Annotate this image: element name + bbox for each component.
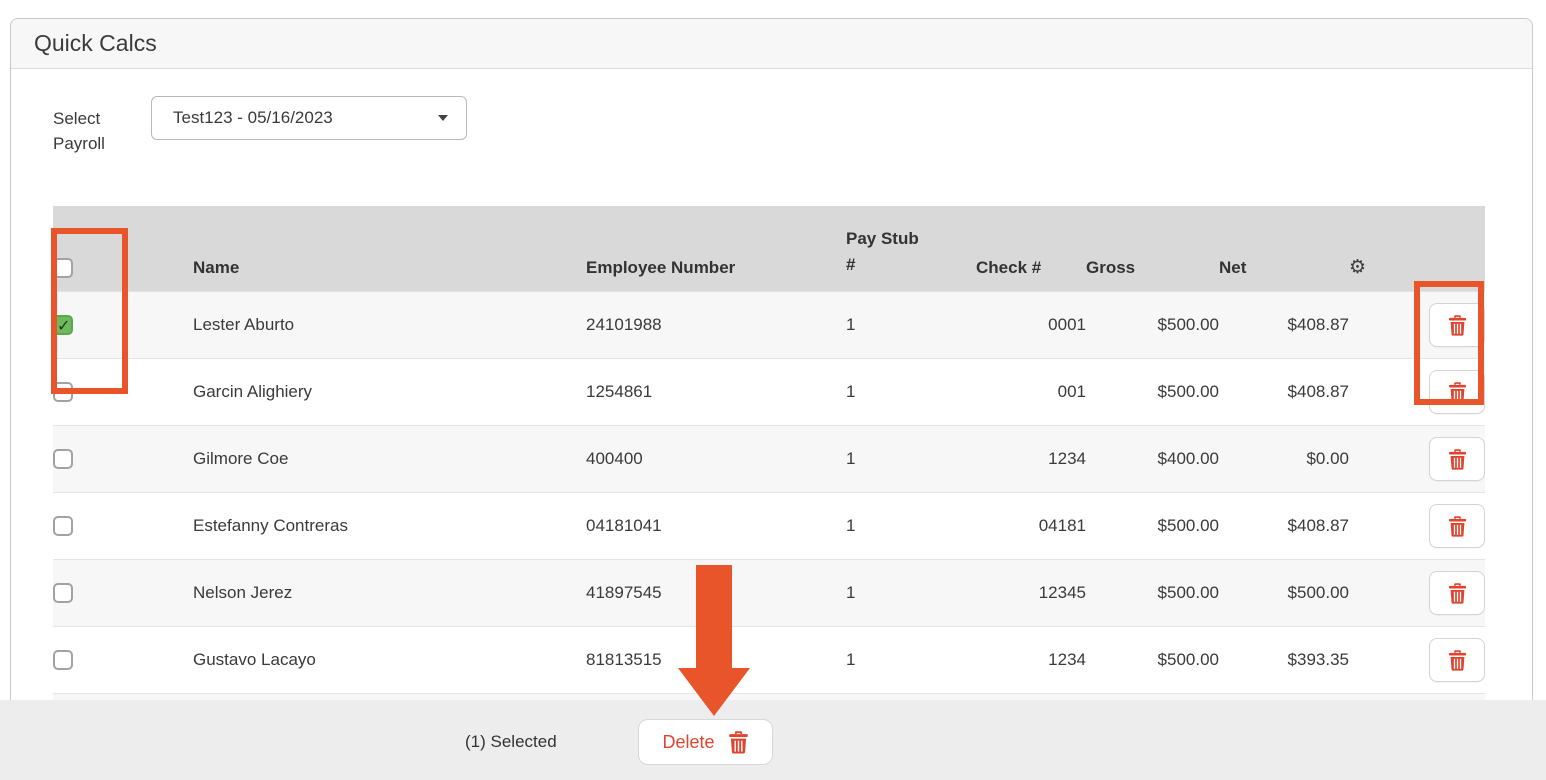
employee-number: 400400 [586,449,643,468]
footer-action-bar: (1) Selected Delete [0,700,1546,780]
trash-icon [1448,516,1467,537]
column-header-net: Net [1219,206,1349,292]
column-header-name: Name [193,206,586,292]
table-header-row: Name Employee Number Pay Stub # Check # … [53,206,1485,292]
payroll-dropdown[interactable]: Test123 - 05/16/2023 [151,96,467,140]
delete-row-button[interactable] [1429,437,1485,481]
row-checkbox[interactable] [53,449,73,469]
column-header-employee-number: Employee Number [586,206,846,292]
pay-stub-number: 1 [846,382,855,401]
card-header: Quick Calcs [11,19,1532,69]
payroll-selector-row: Select Payroll Test123 - 05/16/2023 [53,96,467,156]
employee-name: Nelson Jerez [193,583,292,602]
delete-selected-button[interactable]: Delete [638,719,773,765]
pay-stub-number: 1 [846,516,855,535]
settings-gear-icon[interactable]: ⚙ [1349,256,1366,278]
delete-row-button[interactable] [1429,638,1485,682]
pay-stub-number: 1 [846,315,855,334]
trash-icon [1448,583,1467,604]
gross-amount: $500.00 [1158,650,1219,669]
net-amount: $500.00 [1288,583,1349,602]
pay-stub-number: 1 [846,650,855,669]
check-number: 0001 [1048,315,1086,334]
gross-amount: $400.00 [1158,449,1219,468]
pay-stub-number: 1 [846,449,855,468]
check-number: 1234 [1048,449,1086,468]
column-header-check-number: Check # [976,206,1086,292]
quick-calcs-card: Quick Calcs Select Payroll Test123 - 05/… [10,18,1533,700]
gross-amount: $500.00 [1158,382,1219,401]
employee-number: 24101988 [586,315,662,334]
trash-icon [1448,650,1467,671]
quick-calcs-table: Name Employee Number Pay Stub # Check # … [53,206,1485,760]
chevron-down-icon [438,115,448,121]
trash-icon [728,731,749,754]
row-checkbox[interactable] [53,583,73,603]
row-checkbox[interactable] [53,382,73,402]
net-amount: $408.87 [1288,516,1349,535]
net-amount: $393.35 [1288,650,1349,669]
check-number: 04181 [1039,516,1086,535]
delete-row-button[interactable] [1429,303,1485,347]
delete-row-button[interactable] [1429,370,1485,414]
table-row: Lester Aburto 24101988 1 0001 $500.00 $4… [53,292,1485,359]
select-payroll-label: Select Payroll [53,96,123,156]
employee-name: Garcin Alighiery [193,382,312,401]
net-amount: $408.87 [1288,315,1349,334]
pay-stub-number: 1 [846,583,855,602]
column-header-pay-stub: Pay Stub # [846,226,930,278]
employee-name: Gilmore Coe [193,449,288,468]
check-number: 12345 [1039,583,1086,602]
column-header-gross: Gross [1086,206,1219,292]
payroll-dropdown-value: Test123 - 05/16/2023 [173,108,333,128]
gross-amount: $500.00 [1158,583,1219,602]
employee-name: Estefanny Contreras [193,516,348,535]
employee-number: 1254861 [586,382,652,401]
row-checkbox[interactable] [53,650,73,670]
net-amount: $0.00 [1306,449,1349,468]
row-checkbox[interactable] [53,315,73,335]
employee-name: Lester Aburto [193,315,294,334]
employee-number: 41897545 [586,583,662,602]
employee-number: 81813515 [586,650,662,669]
select-all-checkbox[interactable] [53,258,73,278]
table-body: Lester Aburto 24101988 1 0001 $500.00 $4… [53,292,1485,761]
table-row: Gilmore Coe 400400 1 1234 $400.00 $0.00 [53,426,1485,493]
trash-icon [1448,315,1467,336]
row-checkbox[interactable] [53,516,73,536]
table-row: Estefanny Contreras 04181041 1 04181 $50… [53,493,1485,560]
delete-row-button[interactable] [1429,571,1485,615]
table-row: Garcin Alighiery 1254861 1 001 $500.00 $… [53,359,1485,426]
check-number: 1234 [1048,650,1086,669]
check-number: 001 [1058,382,1086,401]
selected-count-text: (1) Selected [465,732,557,752]
employee-number: 04181041 [586,516,662,535]
quick-calcs-page: Quick Calcs Select Payroll Test123 - 05/… [0,0,1546,780]
employee-name: Gustavo Lacayo [193,650,316,669]
page-title: Quick Calcs [34,30,157,57]
table-row: Gustavo Lacayo 81813515 1 1234 $500.00 $… [53,627,1485,694]
delete-row-button[interactable] [1429,504,1485,548]
trash-icon [1448,382,1467,403]
net-amount: $408.87 [1288,382,1349,401]
gross-amount: $500.00 [1158,516,1219,535]
trash-icon [1448,449,1467,470]
table-row: Nelson Jerez 41897545 1 12345 $500.00 $5… [53,560,1485,627]
gross-amount: $500.00 [1158,315,1219,334]
delete-button-label: Delete [662,732,714,753]
